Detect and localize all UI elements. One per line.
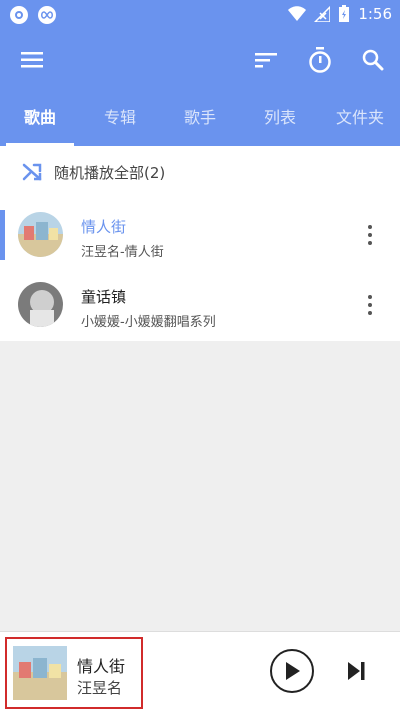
status-time: 1:56 (358, 5, 392, 23)
player-title: 情人街 (77, 657, 126, 676)
song-list: 随机播放全部(2) 情人街 汪昱名-情人街 童话镇 小媛媛-小媛媛翻唱系列 (0, 146, 400, 341)
mini-player-info[interactable]: 情人街 汪昱名 (5, 637, 143, 709)
player-artist: 汪昱名 (77, 679, 123, 697)
song-cover (18, 282, 63, 327)
song-subtitle: 小媛媛-小媛媛翻唱系列 (81, 315, 216, 330)
infinity-icon (38, 6, 56, 24)
app-notification-icon (10, 6, 28, 24)
shuffle-icon (22, 163, 42, 181)
more-options-icon[interactable] (360, 220, 380, 250)
play-button[interactable] (270, 649, 314, 693)
shuffle-label: 随机播放全部(2) (54, 163, 166, 182)
play-icon (286, 662, 300, 680)
tab-albums[interactable]: 专辑 (80, 90, 160, 146)
shuffle-all-button[interactable]: 随机播放全部(2) (0, 146, 400, 198)
more-options-icon[interactable] (360, 290, 380, 320)
now-playing-indicator (0, 210, 5, 260)
song-subtitle: 汪昱名-情人街 (81, 245, 164, 260)
next-button[interactable] (345, 660, 367, 682)
timer-icon[interactable] (302, 42, 338, 78)
tab-artists[interactable]: 歌手 (160, 90, 240, 146)
tab-bar: 歌曲 专辑 歌手 列表 文件夹 (0, 90, 400, 146)
menu-icon[interactable] (14, 42, 50, 78)
tab-folders[interactable]: 文件夹 (320, 90, 400, 146)
app-bar (0, 30, 400, 90)
song-item[interactable]: 童话镇 小媛媛-小媛媛翻唱系列 (0, 280, 400, 350)
skip-next-icon (348, 662, 365, 680)
song-title: 童话镇 (81, 288, 127, 306)
song-cover (18, 212, 63, 257)
status-bar: 1:56 (0, 0, 400, 30)
search-icon[interactable] (355, 42, 391, 78)
sort-icon[interactable] (248, 42, 284, 78)
mini-player: 情人街 汪昱名 (0, 631, 400, 711)
song-title: 情人街 (81, 218, 127, 236)
signal-icon (314, 6, 331, 22)
wifi-icon (288, 6, 307, 21)
battery-icon (339, 5, 350, 22)
tab-playlists[interactable]: 列表 (240, 90, 320, 146)
tab-songs[interactable]: 歌曲 (0, 90, 80, 146)
song-item[interactable]: 情人街 汪昱名-情人街 (0, 210, 400, 280)
album-cover (13, 646, 67, 700)
